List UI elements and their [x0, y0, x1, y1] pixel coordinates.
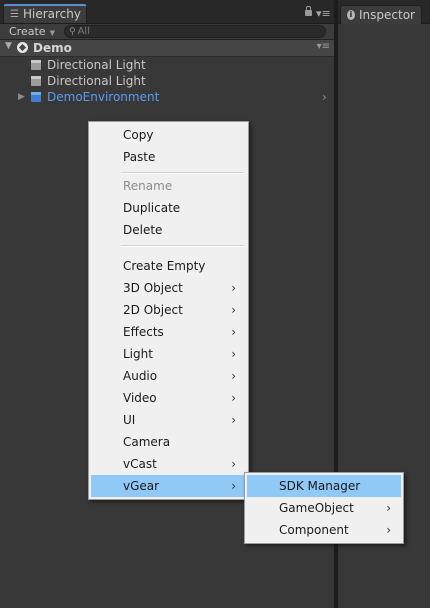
menu-separator	[121, 172, 244, 174]
chevron-right-icon: ›	[231, 457, 236, 471]
chevron-right-icon: ›	[231, 347, 236, 361]
hierarchy-item-label: Directional Light	[47, 74, 146, 88]
gameobject-cube-icon	[31, 76, 41, 86]
chevron-right-icon: ›	[231, 303, 236, 317]
hierarchy-search-input[interactable]: ⚲ All	[64, 25, 326, 38]
menu-item-vgear[interactable]: vGear ›	[91, 475, 246, 497]
submenu-item-label: Component	[279, 523, 349, 537]
menu-item-label: Audio	[123, 369, 158, 383]
chevron-right-icon: ›	[231, 325, 236, 339]
inspector-tab-strip: i Inspector	[338, 0, 430, 24]
tab-hierarchy[interactable]: ☰ Hierarchy	[3, 4, 87, 23]
scene-header-row[interactable]: ▼ Demo ▾≡	[0, 40, 334, 57]
tab-inspector-label: Inspector	[359, 7, 415, 22]
hierarchy-item-label: DemoEnvironment	[47, 90, 160, 104]
menu-item-label: Camera	[123, 435, 171, 449]
menu-item-label: Effects	[123, 325, 164, 339]
chevron-down-icon: ▼	[49, 29, 55, 37]
menu-item-paste[interactable]: Paste	[91, 146, 246, 168]
tab-hierarchy-label: Hierarchy	[22, 7, 81, 21]
menu-item-label: Delete	[123, 223, 163, 237]
menu-item-label: Video	[123, 391, 157, 405]
menu-item-copy[interactable]: Copy	[91, 124, 246, 146]
scene-name: Demo	[33, 41, 72, 55]
menu-item-camera[interactable]: Camera	[91, 431, 246, 453]
menu-item-create-empty[interactable]: Create Empty	[91, 255, 246, 277]
chevron-right-icon: ›	[231, 369, 236, 383]
menu-item-duplicate[interactable]: Duplicate	[91, 197, 246, 219]
vgear-submenu: SDK Manager GameObject › Component ›	[244, 472, 404, 544]
menu-item-3d-object[interactable]: 3D Object ›	[91, 277, 246, 299]
menu-item-rename: Rename	[91, 175, 246, 197]
menu-item-label: 2D Object	[123, 303, 183, 317]
unity-scene-icon	[17, 42, 28, 53]
menu-item-label: Copy	[123, 128, 154, 142]
list-icon: ☰	[10, 9, 19, 20]
panel-menu-icon[interactable]: ▾≡	[316, 8, 331, 19]
submenu-item-label: SDK Manager	[279, 479, 361, 493]
submenu-item-sdk-manager[interactable]: SDK Manager	[247, 475, 401, 497]
hierarchy-item[interactable]: ▶ DemoEnvironment ›	[0, 89, 334, 105]
search-placeholder: All	[77, 26, 90, 37]
submenu-item-label: GameObject	[279, 501, 354, 515]
context-menu: Copy Paste Rename Duplicate Delete Creat…	[88, 121, 249, 500]
hierarchy-item-label: Directional Light	[47, 58, 146, 72]
lock-icon[interactable]	[305, 6, 312, 16]
menu-item-label: 3D Object	[123, 281, 183, 295]
menu-item-label: Paste	[123, 150, 156, 164]
submenu-item-gameobject[interactable]: GameObject ›	[247, 497, 401, 519]
chevron-right-icon: ›	[386, 501, 391, 515]
expand-triangle-icon[interactable]: ▼	[5, 41, 12, 51]
chevron-right-icon: ›	[231, 479, 236, 493]
gameobject-cube-icon	[31, 60, 41, 70]
menu-item-effects[interactable]: Effects ›	[91, 321, 246, 343]
chevron-right-icon: ›	[231, 281, 236, 295]
expand-triangle-icon[interactable]: ▶	[18, 89, 25, 105]
info-icon: i	[347, 10, 356, 20]
menu-item-label: Duplicate	[123, 201, 181, 215]
menu-item-video[interactable]: Video ›	[91, 387, 246, 409]
menu-item-delete[interactable]: Delete	[91, 219, 246, 241]
create-label: Create	[9, 25, 46, 38]
menu-item-label: Create Empty	[123, 259, 206, 273]
create-dropdown-button[interactable]: Create ▼	[5, 25, 59, 39]
menu-item-light[interactable]: Light ›	[91, 343, 246, 365]
menu-item-label: Rename	[123, 179, 173, 193]
hierarchy-item[interactable]: Directional Light	[0, 73, 334, 89]
submenu-item-component[interactable]: Component ›	[247, 519, 401, 541]
hierarchy-toolbar: Create ▼ ⚲ All	[0, 24, 334, 40]
chevron-right-icon: ›	[386, 523, 391, 537]
chevron-right-icon[interactable]: ›	[322, 89, 327, 105]
menu-item-label: vCast	[123, 457, 157, 471]
hierarchy-item[interactable]: Directional Light	[0, 57, 334, 73]
menu-item-ui[interactable]: UI ›	[91, 409, 246, 431]
search-icon: ⚲	[69, 27, 76, 37]
menu-item-label: Light	[123, 347, 153, 361]
menu-item-audio[interactable]: Audio ›	[91, 365, 246, 387]
menu-item-label: UI	[123, 413, 136, 427]
menu-item-2d-object[interactable]: 2D Object ›	[91, 299, 246, 321]
menu-item-vcast[interactable]: vCast ›	[91, 453, 246, 475]
hierarchy-tab-strip: ☰ Hierarchy ▾≡	[0, 0, 334, 24]
tab-inspector[interactable]: i Inspector	[340, 5, 422, 24]
scene-menu-icon[interactable]: ▾≡	[317, 41, 330, 52]
prefab-cube-icon	[31, 92, 41, 102]
menu-separator	[121, 245, 244, 247]
menu-item-label: vGear	[123, 479, 160, 493]
chevron-right-icon: ›	[231, 413, 236, 427]
chevron-right-icon: ›	[231, 391, 236, 405]
